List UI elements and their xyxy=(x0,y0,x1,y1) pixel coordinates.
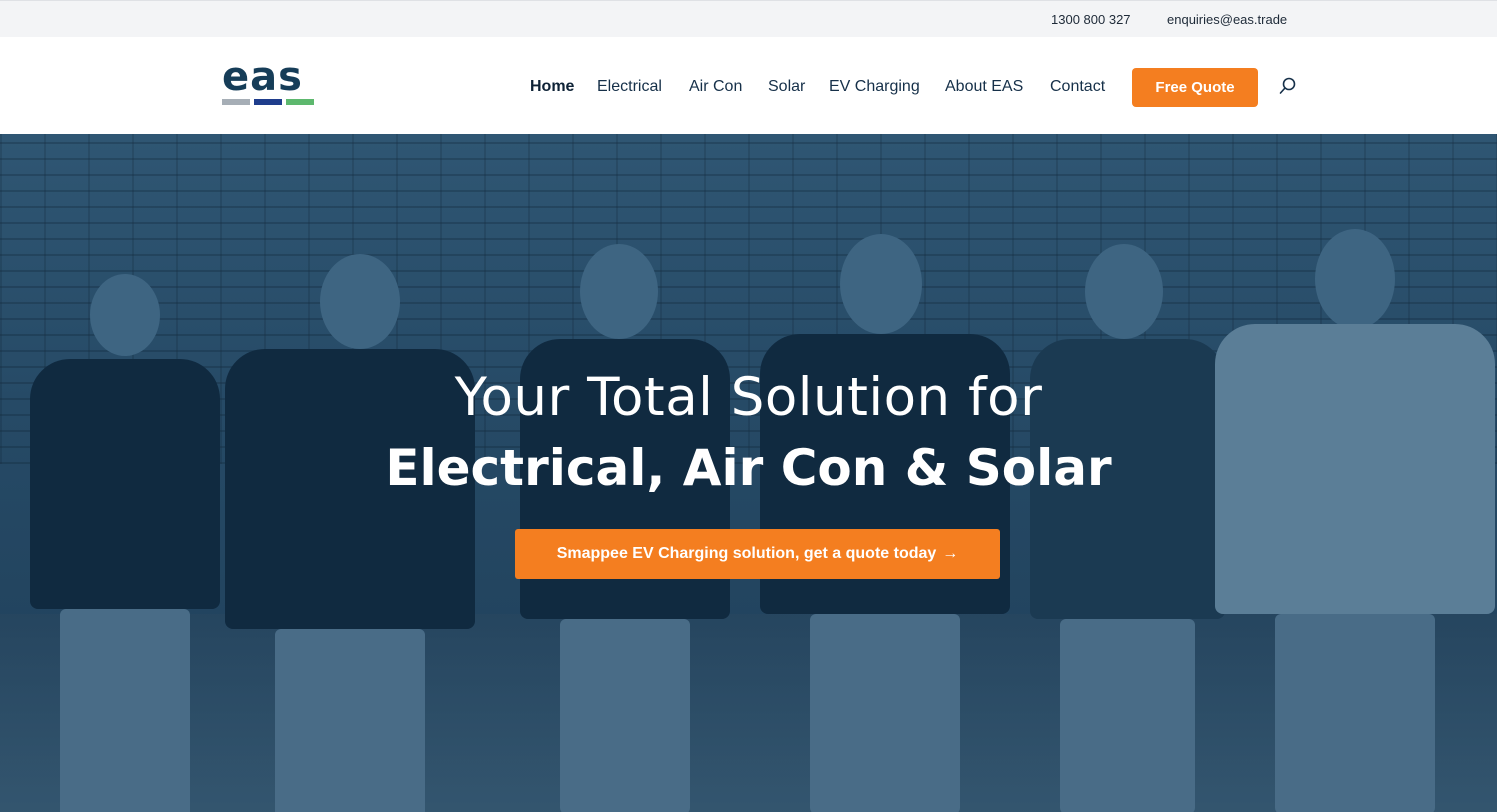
arrow-right-icon: → xyxy=(942,545,959,562)
hero-photo-person xyxy=(1030,244,1230,812)
hero-headline-line2: Electrical, Air Con & Solar xyxy=(385,439,1112,497)
nav-item-solar[interactable]: Solar xyxy=(768,78,805,96)
ev-charging-quote-button[interactable]: Smappee EV Charging solution, get a quot… xyxy=(515,529,1000,579)
logo-bar-grey xyxy=(222,99,250,105)
nav-item-about-eas[interactable]: About EAS xyxy=(945,78,1023,96)
hero-photo-person xyxy=(1215,229,1497,812)
top-contact-bar: 1300 800 327 enquiries@eas.trade xyxy=(0,0,1497,37)
nav-item-air-con[interactable]: Air Con xyxy=(689,78,742,96)
logo-bar-blue xyxy=(254,99,282,105)
hero-button-label: Smappee EV Charging solution, get a quot… xyxy=(556,545,937,562)
hero-headline-line1: Your Total Solution for xyxy=(454,367,1043,428)
logo-bar-green xyxy=(286,99,314,105)
hero-section: Your Total Solution for Electrical, Air … xyxy=(0,134,1497,812)
nav-item-electrical[interactable]: Electrical xyxy=(597,78,662,96)
hero-photo-person xyxy=(225,254,485,812)
nav-item-home[interactable]: Home xyxy=(530,78,574,96)
nav-item-ev-charging[interactable]: EV Charging xyxy=(829,78,920,96)
email-link[interactable]: enquiries@eas.trade xyxy=(1167,12,1287,27)
hero-photo-person xyxy=(520,244,730,812)
free-quote-button[interactable]: Free Quote xyxy=(1132,68,1258,107)
hero-photo-person xyxy=(30,274,230,812)
search-icon[interactable] xyxy=(1279,77,1297,95)
phone-link[interactable]: 1300 800 327 xyxy=(1051,12,1131,27)
main-nav: Home Electrical Air Con Solar EV Chargin… xyxy=(0,78,1497,98)
hero-photo-person xyxy=(760,234,1010,812)
site-header: eas Home Electrical Air Con Solar EV Cha… xyxy=(0,37,1497,134)
nav-item-contact[interactable]: Contact xyxy=(1050,78,1105,96)
